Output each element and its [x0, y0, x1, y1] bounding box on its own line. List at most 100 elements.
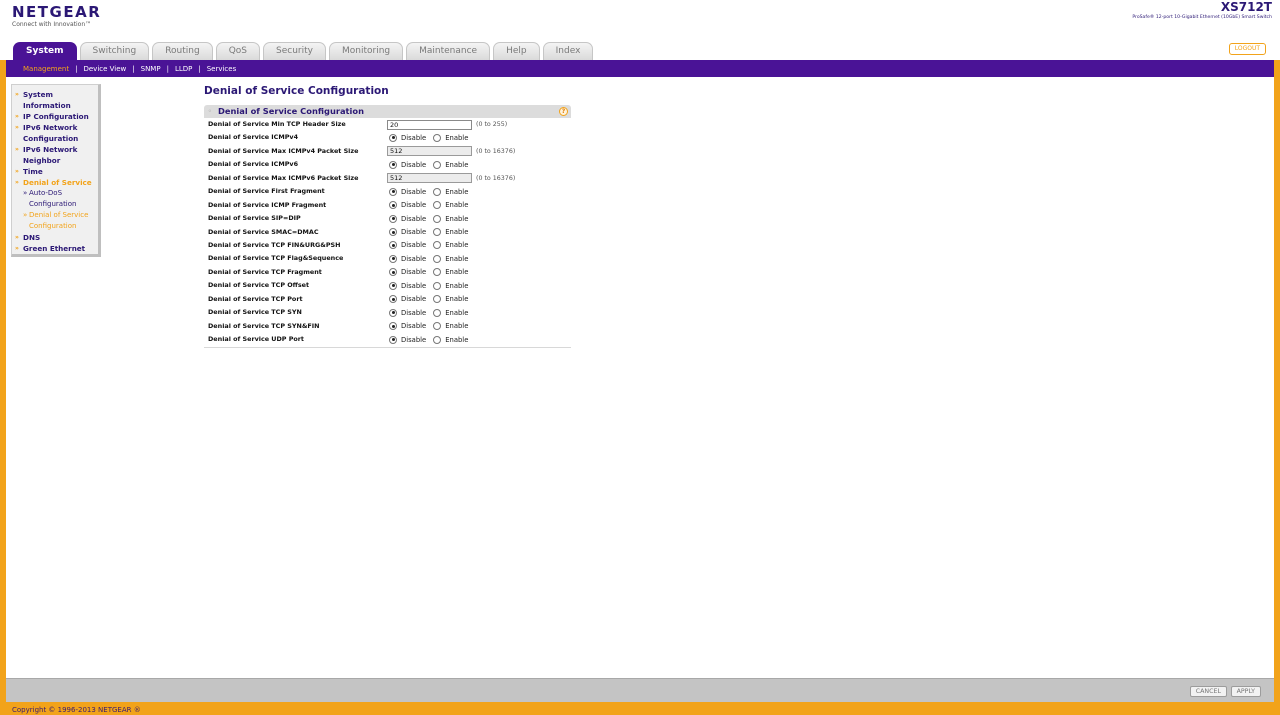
- field-label: Denial of Service Max ICMPv4 Packet Size: [208, 146, 359, 155]
- smac-dmac-disable-radio[interactable]: [389, 228, 397, 236]
- radio-label: Disable: [401, 295, 427, 304]
- panel-header: ◦ Denial of Service Configuration ?: [204, 105, 571, 118]
- tcp-fin-urg-psh-enable-radio[interactable]: [433, 241, 442, 250]
- tab-switching[interactable]: Switching: [79, 42, 150, 60]
- nav-label: Denial of Service: [29, 211, 89, 219]
- subnav-separator: |: [132, 64, 135, 73]
- radio-label: Enable: [445, 133, 469, 142]
- icmp-fragment-disable-radio[interactable]: [389, 201, 397, 210]
- nav-dns[interactable]: » DNS: [12, 232, 98, 243]
- row-tcp-offset: Denial of Service TCP Offset Disable Enab…: [204, 279, 571, 292]
- collapse-icon[interactable]: ◦: [208, 105, 212, 118]
- subnav-device-view[interactable]: Device View: [83, 65, 126, 73]
- radio-label: Enable: [445, 268, 469, 277]
- help-icon[interactable]: ?: [559, 107, 568, 116]
- tcp-offset-disable-radio[interactable]: [389, 281, 397, 290]
- radio-label: Disable: [401, 133, 427, 142]
- row-tcp-syn: Denial of Service TCP SYN Disable Enable: [204, 306, 571, 319]
- nav-ipv6-network-configuration[interactable]: » IPv6 Network: [12, 122, 98, 133]
- netgear-logo[interactable]: NETGEAR Connect with Innovation™: [12, 3, 101, 28]
- nav-arrow-icon: »: [15, 234, 19, 241]
- nav-label: IPv6 Network: [23, 123, 78, 132]
- sip-dip-enable-radio[interactable]: [433, 214, 442, 223]
- nav-dos-configuration-cont[interactable]: Configuration: [12, 221, 98, 232]
- nav-label: Information: [23, 101, 71, 110]
- icmpv6-disable-radio[interactable]: [389, 160, 397, 169]
- tab-maintenance[interactable]: Maintenance: [406, 42, 491, 60]
- field-label: Denial of Service Min TCP Header Size: [208, 120, 346, 128]
- tab-monitoring[interactable]: Monitoring: [328, 42, 404, 60]
- subnav-management[interactable]: Management: [23, 65, 69, 73]
- nav-ip-configuration[interactable]: » IP Configuration: [12, 111, 98, 122]
- radio-label: Enable: [445, 201, 469, 210]
- row-tcp-fin-urg-psh: Denial of Service TCP FIN&URG&PSH Disabl…: [204, 239, 571, 252]
- tab-index[interactable]: Index: [542, 42, 594, 60]
- icmpv4-enable-radio[interactable]: [433, 133, 442, 142]
- nav-ipv6-network-configuration-cont[interactable]: Configuration: [12, 133, 98, 144]
- subnav-services[interactable]: Services: [207, 65, 237, 73]
- nav-dos-configuration[interactable]: » Denial of Service: [12, 210, 98, 221]
- nav-system-information-cont[interactable]: Information: [12, 100, 98, 111]
- nav-arrow-icon: »: [23, 189, 28, 197]
- nav-arrow-icon: »: [15, 168, 19, 175]
- tcp-offset-enable-radio[interactable]: [433, 281, 442, 290]
- smac-dmac-enable-radio[interactable]: [433, 228, 442, 236]
- sip-dip-disable-radio[interactable]: [389, 214, 397, 223]
- cancel-button[interactable]: CANCEL: [1189, 686, 1227, 697]
- tcp-syn-disable-radio[interactable]: [389, 308, 397, 317]
- tab-routing[interactable]: Routing: [152, 42, 213, 60]
- tab-security[interactable]: Security: [263, 42, 326, 60]
- max-icmpv4-packet-size-input[interactable]: [387, 146, 472, 157]
- nav-system-information[interactable]: » System: [12, 89, 98, 100]
- device-model: XS712T: [1220, 0, 1272, 14]
- radio-label: Disable: [401, 187, 427, 196]
- tcp-syn-enable-radio[interactable]: [433, 308, 442, 317]
- icmpv6-enable-radio[interactable]: [433, 160, 442, 169]
- radio-label: Disable: [401, 268, 427, 277]
- nav-label: IPv6 Network: [23, 145, 78, 154]
- logout-button[interactable]: LOGOUT: [1228, 43, 1266, 55]
- tab-help[interactable]: Help: [493, 42, 540, 60]
- row-udp-port: Denial of Service UDP Port Disable Enable: [204, 333, 571, 346]
- subnav-lldp[interactable]: LLDP: [175, 65, 192, 73]
- tcp-flag-sequence-enable-radio[interactable]: [433, 254, 442, 263]
- udp-port-enable-radio[interactable]: [433, 335, 442, 344]
- nav-ipv6-network-neighbor-cont[interactable]: Neighbor: [12, 155, 98, 166]
- radio-label: Enable: [445, 214, 469, 223]
- tcp-syn-fin-enable-radio[interactable]: [433, 322, 442, 331]
- nav-green-ethernet[interactable]: » Green Ethernet: [12, 243, 98, 254]
- tcp-port-enable-radio[interactable]: [433, 295, 442, 304]
- first-fragment-disable-radio[interactable]: [389, 187, 397, 196]
- tcp-fragment-disable-radio[interactable]: [389, 268, 397, 277]
- device-description: ProSafe® 12-port 10-Gigabit Ethernet (10…: [1132, 15, 1272, 20]
- apply-button[interactable]: APPLY: [1230, 686, 1261, 697]
- nav-ipv6-network-neighbor[interactable]: » IPv6 Network: [12, 144, 98, 155]
- tab-qos[interactable]: QoS: [215, 42, 261, 60]
- row-tcp-flag-sequence: Denial of Service TCP Flag&Sequence Disa…: [204, 252, 571, 265]
- tab-system[interactable]: System: [13, 42, 77, 60]
- tcp-fragment-enable-radio[interactable]: [433, 268, 442, 277]
- nav-time[interactable]: » Time: [12, 166, 98, 177]
- subnav-snmp[interactable]: SNMP: [141, 65, 161, 73]
- max-icmpv6-packet-size-input[interactable]: [387, 173, 472, 184]
- icmp-fragment-enable-radio[interactable]: [433, 201, 442, 210]
- nav-denial-of-service[interactable]: » Denial of Service: [12, 177, 98, 188]
- header: NETGEAR Connect with Innovation™ XS712T …: [0, 0, 1280, 60]
- radio-label: Disable: [401, 214, 427, 223]
- row-first-fragment: Denial of Service First Fragment Disable…: [204, 185, 571, 198]
- tcp-port-disable-radio[interactable]: [389, 295, 397, 304]
- field-label: Denial of Service TCP SYN&FIN: [208, 321, 320, 330]
- tcp-fin-urg-psh-disable-radio[interactable]: [389, 241, 397, 250]
- field-label: Denial of Service First Fragment: [208, 187, 325, 196]
- tcp-syn-fin-disable-radio[interactable]: [389, 322, 397, 331]
- nav-label: Green Ethernet: [23, 244, 86, 253]
- min-tcp-header-size-input[interactable]: [387, 119, 472, 130]
- udp-port-disable-radio[interactable]: [389, 335, 397, 344]
- nav-auto-dos-configuration-cont[interactable]: Configuration: [12, 199, 98, 210]
- field-label: Denial of Service SIP=DIP: [208, 214, 301, 223]
- first-fragment-enable-radio[interactable]: [433, 187, 442, 196]
- nav-label: DNS: [23, 233, 41, 242]
- nav-auto-dos-configuration[interactable]: » Auto-DoS: [12, 188, 98, 199]
- icmpv4-disable-radio[interactable]: [389, 133, 397, 142]
- tcp-flag-sequence-disable-radio[interactable]: [389, 254, 397, 263]
